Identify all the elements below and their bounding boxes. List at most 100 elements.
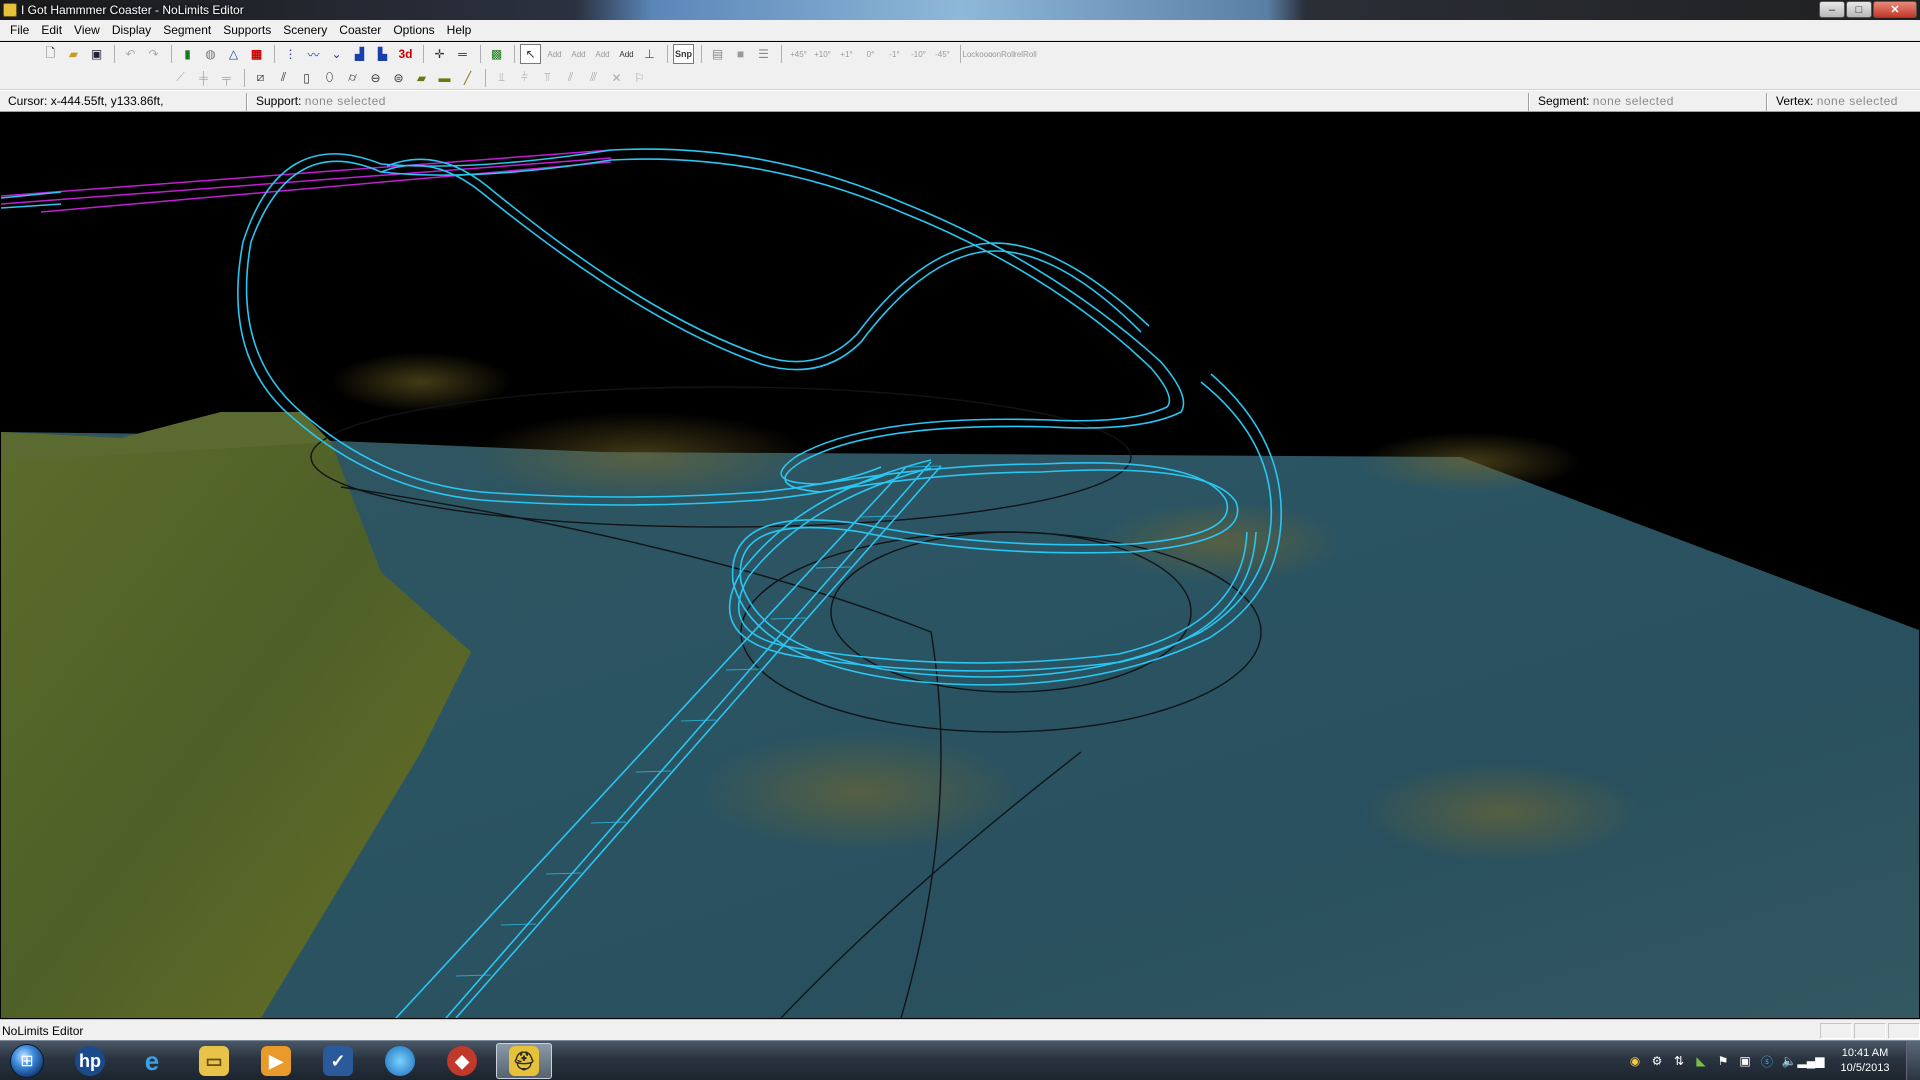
close-button[interactable]: ✕ <box>1873 1 1917 18</box>
toolbar-separator <box>485 68 486 87</box>
add-vertex-button[interactable]: Add <box>543 44 566 64</box>
ground-anchor-icon[interactable]: ⊥ <box>639 44 660 64</box>
network-icon[interactable]: ⇅ <box>1669 1051 1689 1071</box>
plank-icon[interactable]: ▰ <box>411 68 432 88</box>
cylinder-icon[interactable]: ⌭ <box>342 68 363 88</box>
volume-icon[interactable]: 🔈 <box>1779 1051 1799 1071</box>
menu-edit[interactable]: Edit <box>35 20 68 41</box>
rotate-plus-10-button[interactable]: +10° <box>811 44 834 64</box>
train-front-icon[interactable]: ▙ <box>372 44 393 64</box>
menu-view[interactable]: View <box>68 20 106 41</box>
select-arrow-icon[interactable]: ↖ <box>520 44 541 64</box>
traffic-light-icon[interactable]: ▮ <box>177 44 198 64</box>
menu-segment[interactable]: Segment <box>157 20 217 41</box>
lean-icon[interactable]: ⫽ <box>560 68 581 88</box>
open-folder-icon[interactable]: ▰ <box>63 44 84 64</box>
system-clock[interactable]: 10:41 AM 10/5/2013 <box>1830 1046 1900 1076</box>
display-icon[interactable]: ▣ <box>1735 1051 1755 1071</box>
block-icon[interactable]: ▬ <box>434 68 455 88</box>
toolbar-separator <box>960 45 961 63</box>
con-roll-button[interactable]: con Roll <box>988 44 1015 64</box>
menu-coaster[interactable]: Coaster <box>333 20 387 41</box>
rotate-plus-45-button[interactable]: +45° <box>787 44 810 64</box>
menu-display[interactable]: Display <box>106 20 157 41</box>
fill-layout-icon[interactable]: ■ <box>730 44 751 64</box>
save-icon[interactable]: ▣ <box>86 44 107 64</box>
add-footer-button[interactable]: Add <box>615 44 638 64</box>
track-valley-icon[interactable]: ⌄ <box>326 44 347 64</box>
support-tee-icon[interactable]: ╤ <box>216 68 237 88</box>
x-brace-icon[interactable]: ✕ <box>606 68 627 88</box>
track-grid-icon[interactable]: ⋮ <box>280 44 301 64</box>
lock-roll-button[interactable]: Lock ooo <box>962 44 992 64</box>
support-beam-icon[interactable]: ⟋ <box>170 68 191 88</box>
rotate-zero-button[interactable]: 0° <box>859 44 882 64</box>
pyramid-icon[interactable]: △ <box>223 44 244 64</box>
menu-help[interactable]: Help <box>441 20 478 41</box>
footer-icon[interactable]: ⫫ <box>491 68 512 88</box>
redo-icon[interactable]: ↷ <box>143 44 164 64</box>
taskbar-app-tasks[interactable]: ✓ <box>310 1043 366 1079</box>
steam-icon[interactable]: ⚙ <box>1647 1051 1667 1071</box>
window-title: I Got Hammmer Coaster - NoLimits Editor <box>21 3 244 17</box>
nolimits-app-icon[interactable] <box>3 3 17 17</box>
menu-supports[interactable]: Supports <box>217 20 277 41</box>
3d-viewport[interactable] <box>1 112 1919 1018</box>
pillar-round-icon[interactable]: ⬯ <box>319 68 340 88</box>
beam-diagonal-icon[interactable]: ⧄ <box>250 68 271 88</box>
toolbar-separator <box>514 45 515 63</box>
split-segment-icon[interactable]: ═ <box>452 44 473 64</box>
align-icon[interactable]: ☰ <box>753 44 774 64</box>
nvidia-icon[interactable]: ◣ <box>1691 1051 1711 1071</box>
rotate-minus-1-button[interactable]: -1° <box>883 44 906 64</box>
show-desktop-button[interactable] <box>1906 1041 1920 1080</box>
free-node-icon[interactable]: ⫩ <box>514 68 535 88</box>
minimize-button[interactable]: – <box>1819 1 1845 18</box>
beam-double-icon[interactable]: ⫽ <box>273 68 294 88</box>
track-wave-icon[interactable]: 〰 <box>303 44 324 64</box>
add-support-button[interactable]: Add <box>591 44 614 64</box>
cylinder-wide-icon[interactable]: ⊖ <box>365 68 386 88</box>
taskbar-app-explorer[interactable]: ▭ <box>186 1043 242 1079</box>
rotate-minus-45-button[interactable]: -45° <box>931 44 954 64</box>
taskbar-app-nolimits[interactable]: ⛑ <box>496 1043 552 1079</box>
menu-options[interactable]: Options <box>387 20 440 41</box>
maximize-button[interactable]: □ <box>1846 1 1872 18</box>
mode-3d-button[interactable]: 3d <box>395 44 416 64</box>
support-post-icon[interactable]: ╪ <box>193 68 214 88</box>
rotate-minus-10-button[interactable]: -10° <box>907 44 930 64</box>
station-icon[interactable]: ▦ <box>246 44 267 64</box>
taskbar-app-browser[interactable] <box>372 1043 428 1079</box>
menu-scenery[interactable]: Scenery <box>277 20 333 41</box>
bracket-icon[interactable]: ⫪ <box>537 68 558 88</box>
action-center-flag-icon[interactable]: ⚑ <box>1713 1051 1733 1071</box>
scene-canvas[interactable] <box>1 112 1919 1018</box>
sphere-icon[interactable]: ◍ <box>200 44 221 64</box>
taskbar-app-media[interactable]: ▶ <box>248 1043 304 1079</box>
window-layout-icon[interactable]: ▤ <box>707 44 728 64</box>
pillar-thin-icon[interactable]: ▯ <box>296 68 317 88</box>
taskbar-app-pdf[interactable]: ◆ <box>434 1043 490 1079</box>
internet-explorer-icon: e <box>144 1045 160 1076</box>
tray-app-icon[interactable]: ◉ <box>1625 1051 1645 1071</box>
start-button[interactable]: ⊞ <box>4 1042 50 1080</box>
snap-button[interactable]: Snp <box>673 44 694 64</box>
rel-roll-button[interactable]: rel Roll <box>1014 44 1037 64</box>
menu-file[interactable]: File <box>4 20 35 41</box>
taskbar-app-hp[interactable]: hp <box>62 1043 118 1079</box>
add-segment-button[interactable]: Add <box>567 44 590 64</box>
flag-icon[interactable]: ⚐ <box>629 68 650 88</box>
disk-icon[interactable]: ⊜ <box>388 68 409 88</box>
new-file-icon[interactable]: 🗋 <box>40 44 61 64</box>
skype-icon[interactable]: ⓢ <box>1757 1051 1777 1071</box>
signal-bars-icon[interactable]: ▂▄▆ <box>1798 1051 1825 1071</box>
grid-view-icon[interactable]: ▩ <box>486 44 507 64</box>
rail-icon[interactable]: ╱ <box>457 68 478 88</box>
cross-icon[interactable]: ⫻ <box>583 68 604 88</box>
taskbar-app-ie[interactable]: e <box>124 1043 180 1079</box>
rotate-plus-1-button[interactable]: +1° <box>835 44 858 64</box>
train-car-icon[interactable]: ▟ <box>349 44 370 64</box>
undo-icon[interactable]: ↶ <box>120 44 141 64</box>
insert-vertex-icon[interactable]: ✛ <box>429 44 450 64</box>
menu-bar: File Edit View Display Segment Supports … <box>0 20 1920 41</box>
